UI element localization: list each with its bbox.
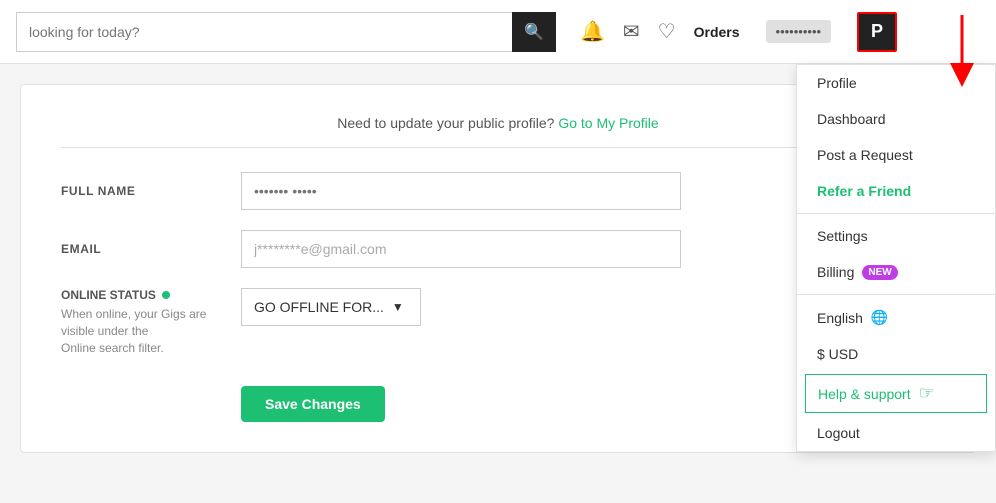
bell-icon[interactable]: 🔔 xyxy=(580,19,605,44)
dropdown-menu: Profile Dashboard Post a Request Refer a… xyxy=(796,64,996,452)
heart-icon[interactable]: ♡ xyxy=(658,19,676,44)
header-icons: 🔔 ✉ ♡ Orders •••••••••• P xyxy=(580,12,897,52)
menu-item-help[interactable]: Help & support ☞ xyxy=(805,374,987,413)
menu-divider-2 xyxy=(797,294,995,295)
menu-item-billing[interactable]: Billing NEW xyxy=(797,254,995,290)
online-indicator xyxy=(162,291,170,299)
online-label-group: ONLINE STATUS When online, your Gigs are… xyxy=(61,288,241,356)
online-status-label: ONLINE STATUS xyxy=(61,288,241,302)
mail-icon[interactable]: ✉ xyxy=(623,19,640,44)
user-tag: •••••••••• xyxy=(766,20,832,43)
email-label: EMAIL xyxy=(61,242,241,256)
search-button[interactable]: 🔍 xyxy=(512,12,556,52)
globe-icon: 🌐 xyxy=(871,309,888,326)
cursor-icon: ☞ xyxy=(919,383,935,404)
menu-item-post-request[interactable]: Post a Request xyxy=(797,137,995,173)
search-icon: 🔍 xyxy=(524,22,544,42)
search-container: 🔍 xyxy=(16,12,556,52)
header: 🔍 🔔 ✉ ♡ Orders •••••••••• P xyxy=(0,0,996,64)
full-name-label: FULL NAME xyxy=(61,184,241,198)
menu-divider xyxy=(797,213,995,214)
menu-item-language[interactable]: English 🌐 xyxy=(797,299,995,336)
search-input[interactable] xyxy=(16,12,512,52)
menu-item-currency[interactable]: $ USD xyxy=(797,336,995,372)
full-name-input[interactable] xyxy=(241,172,681,210)
new-badge: NEW xyxy=(862,265,897,280)
profile-button[interactable]: P xyxy=(857,12,897,52)
email-input[interactable] xyxy=(241,230,681,268)
menu-item-settings[interactable]: Settings xyxy=(797,218,995,254)
chevron-down-icon: ▼ xyxy=(392,300,404,314)
save-changes-button[interactable]: Save Changes xyxy=(241,386,385,422)
menu-item-refer-friend[interactable]: Refer a Friend xyxy=(797,173,995,209)
orders-link[interactable]: Orders xyxy=(694,24,740,40)
go-to-profile-link[interactable]: Go to My Profile xyxy=(558,115,658,131)
menu-item-profile[interactable]: Profile xyxy=(797,65,995,101)
online-description: When online, your Gigs are visible under… xyxy=(61,306,241,356)
menu-item-logout[interactable]: Logout xyxy=(797,415,995,451)
menu-item-dashboard[interactable]: Dashboard xyxy=(797,101,995,137)
offline-dropdown[interactable]: GO OFFLINE FOR... ▼ xyxy=(241,288,421,326)
